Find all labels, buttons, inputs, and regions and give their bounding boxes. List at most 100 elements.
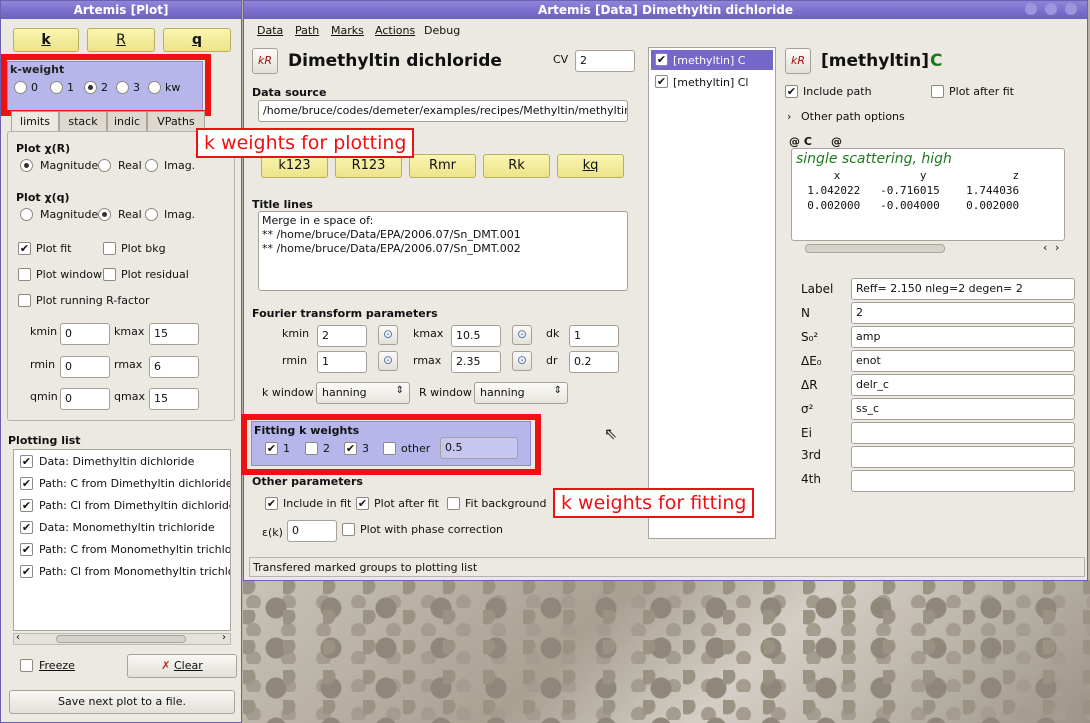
menu-path[interactable]: Path — [295, 24, 319, 37]
maximize-icon[interactable] — [1045, 3, 1057, 15]
param-input-ss[interactable]: ss_c — [851, 398, 1075, 420]
path-list-checkbox[interactable]: ✔ — [655, 75, 668, 88]
plot-rmr-button[interactable]: Rmr — [409, 154, 476, 178]
rmin-pick-target-icon[interactable]: ⊙ — [378, 351, 398, 371]
ft-dr-label: dr — [546, 354, 558, 367]
ft-rmin-input[interactable]: 1 — [317, 351, 367, 373]
ft-kmax-input[interactable]: 10.5 — [451, 325, 501, 347]
feff-text-box[interactable]: single scattering, high x y z ipo 1.0420… — [791, 148, 1065, 241]
param-input-3rd[interactable] — [851, 446, 1075, 468]
chiq-real-radio[interactable] — [98, 208, 111, 221]
save-plot-button[interactable]: Save next plot to a file. — [9, 690, 235, 714]
param-input-s02[interactable]: amp — [851, 326, 1075, 348]
path-list-checkbox[interactable]: ✔ — [655, 53, 668, 66]
path-list-item[interactable]: [methyltin] Cl — [673, 76, 749, 89]
plot-after-fit-checkbox[interactable]: ✔ — [356, 497, 369, 510]
plotting-list-checkbox[interactable]: ✔ — [20, 455, 33, 468]
param-input-dr[interactable]: delr_c — [851, 374, 1075, 396]
phase-correction-checkbox[interactable] — [342, 523, 355, 536]
list-item[interactable]: Data: Dimethyltin dichloride — [39, 455, 194, 468]
kmax-pick-target-icon[interactable]: ⊙ — [512, 325, 532, 345]
epsilon-input[interactable]: 0 — [287, 520, 337, 542]
data-source-input[interactable]: /home/bruce/codes/demeter/examples/recip… — [258, 100, 628, 122]
param-input-label[interactable]: Reff= 2.150 nleg=2 degen= 2 — [851, 278, 1075, 300]
freeze-checkbox[interactable] — [20, 659, 33, 672]
feff-scrollbar[interactable]: ‹ › — [791, 241, 1065, 255]
qmin-label: qmin — [30, 390, 58, 403]
qmax-input[interactable]: 15 — [149, 388, 199, 410]
list-item[interactable]: Path: Cl from Dimethyltin dichloride — [39, 499, 230, 512]
scroll-left-arrow[interactable]: ‹ — [16, 632, 20, 643]
ft-dk-input[interactable]: 1 — [569, 325, 619, 347]
list-item[interactable]: Path: C from Dimethyltin dichloride — [39, 477, 230, 490]
cv-input[interactable]: 2 — [575, 50, 635, 72]
rmax-input[interactable]: 6 — [149, 356, 199, 378]
scroll-thumb[interactable] — [56, 635, 186, 643]
chir-magnitude-radio[interactable] — [20, 159, 33, 172]
chir-real-radio[interactable] — [98, 159, 111, 172]
plotting-list-checkbox[interactable]: ✔ — [20, 543, 33, 556]
fit-background-checkbox[interactable] — [447, 497, 460, 510]
feff-scroll-thumb[interactable] — [805, 244, 945, 253]
chiq-magnitude-radio[interactable] — [20, 208, 33, 221]
ft-dr-input[interactable]: 0.2 — [569, 351, 619, 373]
param-input-e0[interactable]: enot — [851, 350, 1075, 372]
scroll-left-arrow[interactable]: ‹ — [1043, 241, 1047, 254]
title-lines-box[interactable]: Merge in e space of: ** /home/bruce/Data… — [258, 211, 628, 291]
plot-running-checkbox[interactable] — [18, 294, 31, 307]
close-icon[interactable] — [1065, 3, 1077, 15]
qmin-input[interactable]: 0 — [60, 388, 110, 410]
plotting-list-checkbox[interactable]: ✔ — [20, 499, 33, 512]
param-input-4th[interactable] — [851, 470, 1075, 492]
path-plot-icon[interactable]: kR — [785, 48, 811, 74]
path-plot-after-fit-checkbox[interactable] — [931, 85, 944, 98]
plot-q-button[interactable]: q — [163, 28, 231, 52]
plot-residual-checkbox[interactable] — [103, 268, 116, 281]
plot-k-button[interactable]: k — [13, 28, 79, 52]
chiq-imag-radio[interactable] — [145, 208, 158, 221]
include-path-checkbox[interactable]: ✔ — [785, 85, 798, 98]
include-in-fit-checkbox[interactable]: ✔ — [265, 497, 278, 510]
plot-window-checkbox[interactable] — [18, 268, 31, 281]
tab-stack[interactable]: stack — [59, 111, 107, 131]
param-label: 3rd — [801, 448, 821, 462]
rwindow-select[interactable]: hanning ⇕ — [474, 382, 568, 404]
menu-actions[interactable]: Actions — [375, 24, 415, 37]
rmin-input[interactable]: 0 — [60, 356, 110, 378]
kmin-pick-target-icon[interactable]: ⊙ — [378, 325, 398, 345]
path-list-item[interactable]: [methyltin] C — [673, 54, 745, 67]
scroll-right-arrow[interactable]: › — [222, 632, 226, 643]
plotting-list-checkbox[interactable]: ✔ — [20, 565, 33, 578]
param-input-n[interactable]: 2 — [851, 302, 1075, 324]
plot-r-button[interactable]: R — [87, 28, 155, 52]
plot-bkg-checkbox[interactable] — [103, 242, 116, 255]
param-input-ei[interactable] — [851, 422, 1075, 444]
plot-rk-button[interactable]: Rk — [483, 154, 550, 178]
ft-rmax-input[interactable]: 2.35 — [451, 351, 501, 373]
plot-fit-checkbox[interactable]: ✔ — [18, 242, 31, 255]
kwindow-select[interactable]: hanning ⇕ — [316, 382, 410, 404]
plotting-list-scrollbar[interactable]: ‹ › — [13, 632, 231, 645]
tab-indic[interactable]: indic — [107, 111, 147, 131]
kmax-input[interactable]: 15 — [149, 323, 199, 345]
menu-marks[interactable]: Marks — [331, 24, 364, 37]
scroll-right-arrow[interactable]: › — [1055, 241, 1059, 254]
other-path-options[interactable]: Other path options — [801, 110, 905, 123]
menu-data[interactable]: Data — [257, 24, 283, 37]
ft-kmin-input[interactable]: 2 — [317, 325, 367, 347]
rmax-pick-target-icon[interactable]: ⊙ — [512, 351, 532, 371]
data-plot-icon[interactable]: kR — [252, 48, 278, 74]
menu-debug[interactable]: Debug — [424, 24, 460, 37]
list-item[interactable]: Path: Cl from Monomethyltin trichloride — [39, 565, 230, 578]
tab-limits[interactable]: limits — [11, 111, 59, 131]
plot-kq-button[interactable]: kq — [557, 154, 624, 178]
clear-button[interactable]: ✗ Clear — [127, 654, 237, 678]
minimize-icon[interactable] — [1025, 3, 1037, 15]
chir-imag-radio[interactable] — [145, 159, 158, 172]
list-item[interactable]: Path: C from Monomethyltin trichloride — [39, 543, 230, 556]
plotting-list-checkbox[interactable]: ✔ — [20, 477, 33, 490]
expander-arrow-icon[interactable]: › — [787, 110, 791, 123]
kmin-input[interactable]: 0 — [60, 323, 110, 345]
plotting-list-checkbox[interactable]: ✔ — [20, 521, 33, 534]
list-item[interactable]: Data: Monomethyltin trichloride — [39, 521, 215, 534]
